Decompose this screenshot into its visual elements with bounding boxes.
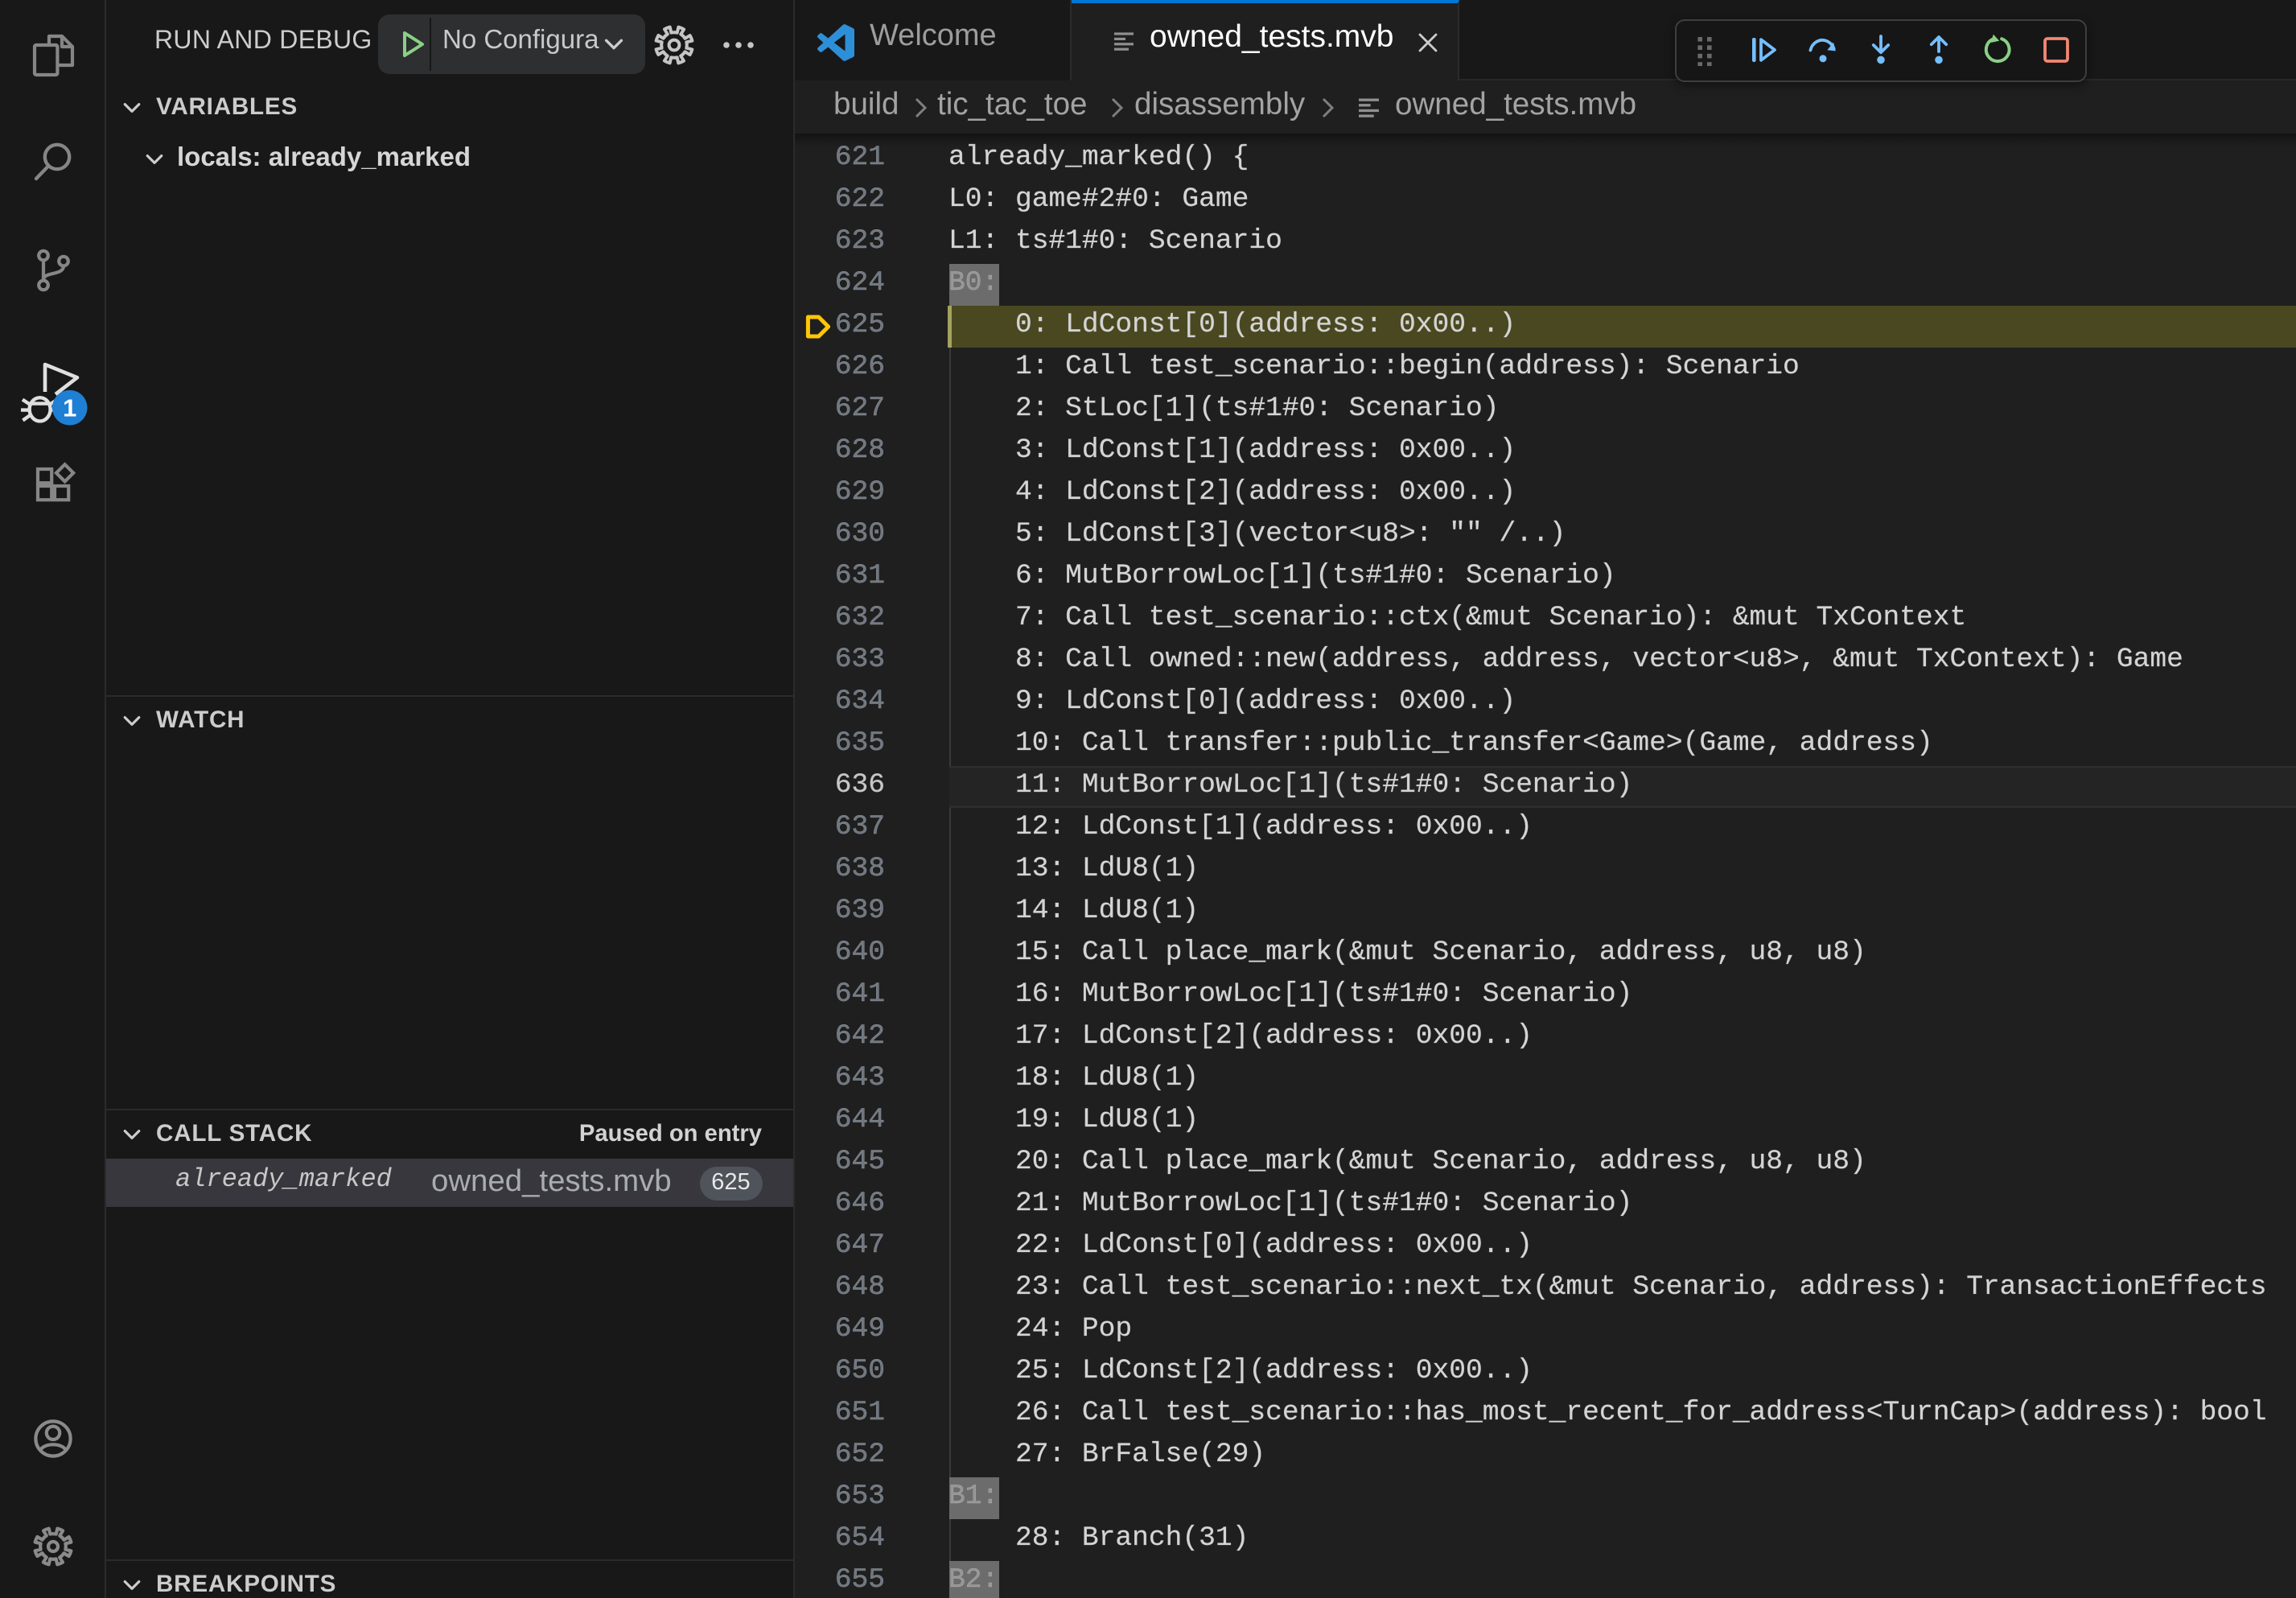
svg-text:1: 1	[63, 394, 76, 422]
